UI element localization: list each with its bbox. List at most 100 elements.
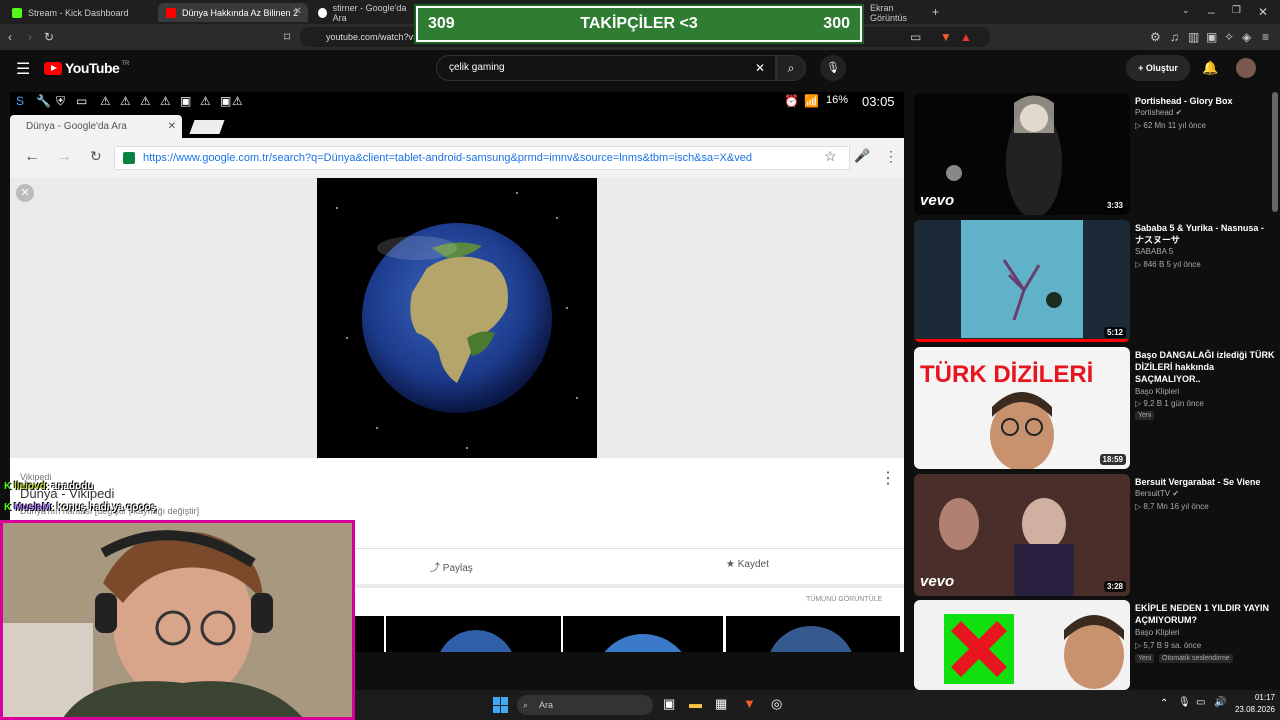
related-image[interactable] xyxy=(386,616,561,652)
page-scrollbar[interactable] xyxy=(1272,92,1278,212)
close-tab-icon[interactable]: ✕ xyxy=(294,6,302,17)
video-title[interactable]: Portishead - Glory Box xyxy=(1135,95,1275,107)
back-icon[interactable]: ‹ xyxy=(8,30,12,44)
app-icon[interactable]: ◎ xyxy=(771,696,782,712)
recommended-video[interactable]: EKİPLE NEDEN 1 YILDIR YAYIN AÇMIYORUM? B… xyxy=(914,600,1280,690)
chrome-url-bar[interactable]: https://www.google.com.tr/search?q=Dünya… xyxy=(114,146,850,170)
cast-icon[interactable]: ▭ xyxy=(910,30,921,44)
chevron-up-icon[interactable]: ⌃ xyxy=(1160,698,1168,709)
network-icon[interactable]: ▭ xyxy=(1196,697,1205,708)
new-tab-icon[interactable] xyxy=(189,120,225,134)
video-title[interactable]: Bersuit Vergarabat - Se Viene xyxy=(1135,476,1275,488)
channel-name[interactable]: BersuitTV ✔ xyxy=(1135,489,1179,498)
reload-icon[interactable]: ↻ xyxy=(44,30,54,44)
follower-count-left: 309 xyxy=(428,15,455,32)
reading-list-icon[interactable]: ♫ xyxy=(1170,30,1179,44)
chrome-url-text: https://www.google.com.tr/search?q=Dünya… xyxy=(143,152,752,164)
video-duration: 18:59 xyxy=(1099,454,1126,465)
earth-image[interactable] xyxy=(317,178,597,458)
back-icon[interactable]: ← xyxy=(24,148,40,166)
more-vert-icon[interactable]: ⋮ xyxy=(880,468,896,488)
video-meta: ▷ 62 Mn 11 yıl önce xyxy=(1135,121,1206,130)
browser-tab-google[interactable]: stirner - Google'da Ara xyxy=(310,3,410,23)
close-icon[interactable]: ✕ xyxy=(168,115,176,138)
auto-dub-badge: Otomatik seslendirme xyxy=(1159,654,1233,663)
forward-icon[interactable]: › xyxy=(28,30,32,44)
chevron-down-icon[interactable]: ⌄ xyxy=(1182,5,1190,16)
search-input[interactable]: çelik gaming ✕ xyxy=(436,55,776,81)
related-image[interactable] xyxy=(563,616,723,652)
channel-name[interactable]: Başo Klipleri xyxy=(1135,387,1179,396)
related-image[interactable] xyxy=(350,616,384,652)
save-button[interactable]: ★ Kaydet xyxy=(726,559,769,570)
video-meta: ▷ 8,7 Mn 16 yıl önce xyxy=(1135,502,1209,511)
menu-icon[interactable]: ≡ xyxy=(1262,30,1269,44)
tab-label: Ekran Görüntüs xyxy=(870,2,908,23)
hamburger-menu-icon[interactable]: ☰ xyxy=(16,59,30,79)
forward-icon[interactable]: → xyxy=(56,148,72,166)
video-title[interactable]: Başo DANGALAĞI izlediği TÜRK DİZİLERİ ha… xyxy=(1135,349,1275,385)
video-thumbnail[interactable]: 5:12 xyxy=(914,220,1130,342)
wallet-icon[interactable]: ▣ xyxy=(1206,30,1217,44)
taskbar-clock[interactable]: 01:17 xyxy=(1235,693,1275,702)
taskbar-date[interactable]: 23.08.2026 xyxy=(1225,705,1275,714)
reload-icon[interactable]: ↻ xyxy=(90,148,102,165)
new-tab-icon[interactable]: + xyxy=(932,5,939,19)
android-clock: 03:05 xyxy=(862,94,895,109)
url-text: youtube.com/watch?v= xyxy=(326,32,419,42)
tab-label: Dünya Hakkında Az Bilinen 2 xyxy=(182,7,299,18)
task-view-icon[interactable]: ▣ xyxy=(663,696,675,712)
video-thumbnail[interactable] xyxy=(914,600,1130,690)
recommended-video[interactable]: 5:12 Sababa 5 & Yurika - Nasnusa - ナスヌーサ… xyxy=(914,220,1280,342)
browser-tab-kick[interactable]: Stream - Kick Dashboard xyxy=(4,3,154,22)
view-all-link[interactable]: TÜMÜNÜ GÖRÜNTÜLE xyxy=(806,596,882,603)
video-thumbnail[interactable]: TÜRK DİZİLERİ 18:59 xyxy=(914,347,1130,469)
microphone-icon[interactable]: 🎤 xyxy=(854,148,870,164)
chrome-tab-strip: Dünya - Google'da Ara ✕ xyxy=(10,112,904,138)
store-icon[interactable]: ▦ xyxy=(715,696,727,712)
browser-tab-youtube[interactable]: Dünya Hakkında Az Bilinen 2 ✕ xyxy=(158,3,308,22)
clear-search-icon[interactable]: ✕ xyxy=(755,56,765,80)
video-thumbnail[interactable]: vevo 3:28 xyxy=(914,474,1130,596)
create-button[interactable]: + Oluştur xyxy=(1126,55,1190,81)
sidebar-icon[interactable]: ▥ xyxy=(1188,30,1199,44)
video-title[interactable]: Sababa 5 & Yurika - Nasnusa - ナスヌーサ xyxy=(1135,222,1275,246)
android-status-bar: S 🔧 ⛨ ▭ ⚠ ⚠ ⚠ ⚠ ▣ ⚠ ▣ ⚠ ⏰ 📶 16% 03:05 xyxy=(10,92,904,112)
maximize-icon[interactable]: ❐ xyxy=(1232,5,1241,16)
browser-tab-screenshot[interactable]: Ekran Görüntüs xyxy=(862,2,932,23)
microphone-icon[interactable]: 🎙 xyxy=(1178,697,1191,708)
recommended-video[interactable]: TÜRK DİZİLERİ 18:59 Başo DANGALAĞI izled… xyxy=(914,347,1280,469)
star-icon[interactable]: ☆ xyxy=(824,148,837,165)
windows-start-icon[interactable] xyxy=(493,697,509,713)
recommended-video[interactable]: vevo 3:28 Bersuit Vergarabat - Se Viene … xyxy=(914,474,1280,596)
channel-name[interactable]: Portishead ✔ xyxy=(1135,108,1182,117)
close-icon[interactable]: ✕ xyxy=(16,184,34,202)
video-title[interactable]: EKİPLE NEDEN 1 YILDIR YAYIN AÇMIYORUM? xyxy=(1135,602,1275,626)
chrome-tab-label: Dünya - Google'da Ara xyxy=(26,121,127,132)
file-explorer-icon[interactable]: ▬ xyxy=(689,696,702,711)
recommended-video[interactable]: vevo 3:33 Portishead - Glory Box Portish… xyxy=(914,93,1280,215)
avatar[interactable] xyxy=(1236,58,1256,78)
save-label: Kaydet xyxy=(737,559,769,570)
related-image[interactable] xyxy=(726,616,900,652)
taskbar-search[interactable]: ⌕ Ara xyxy=(517,695,653,715)
close-window-icon[interactable]: ✕ xyxy=(1258,5,1268,19)
bookmark-icon[interactable]: ⌑ xyxy=(284,30,290,44)
extensions-icon[interactable]: ⚙ xyxy=(1150,30,1161,44)
brave-icon[interactable]: ▼ xyxy=(743,696,756,711)
voice-search-button[interactable]: 🎙 xyxy=(820,55,846,81)
brave-shield-icon[interactable]: ▼ xyxy=(940,30,952,44)
minimize-icon[interactable]: – xyxy=(1208,5,1215,19)
vpn-icon[interactable]: ◈ xyxy=(1242,30,1251,44)
channel-name[interactable]: Başo Klipleri xyxy=(1135,628,1179,637)
channel-name[interactable]: SABABA 5 xyxy=(1135,247,1173,256)
video-thumbnail[interactable]: vevo 3:33 xyxy=(914,93,1130,215)
leo-icon[interactable]: ✧ xyxy=(1224,30,1234,44)
notifications-bell-icon[interactable]: 🔔 xyxy=(1202,60,1218,76)
brave-rewards-icon[interactable]: ▲ xyxy=(960,30,972,44)
search-button[interactable]: ⌕ xyxy=(776,55,806,81)
chrome-tab[interactable]: Dünya - Google'da Ara ✕ xyxy=(10,115,182,138)
youtube-logo[interactable]: YouTube TR xyxy=(44,60,129,76)
more-vert-icon[interactable]: ⋮ xyxy=(884,148,898,165)
share-button[interactable]: ⤴ Paylaş xyxy=(430,559,473,574)
